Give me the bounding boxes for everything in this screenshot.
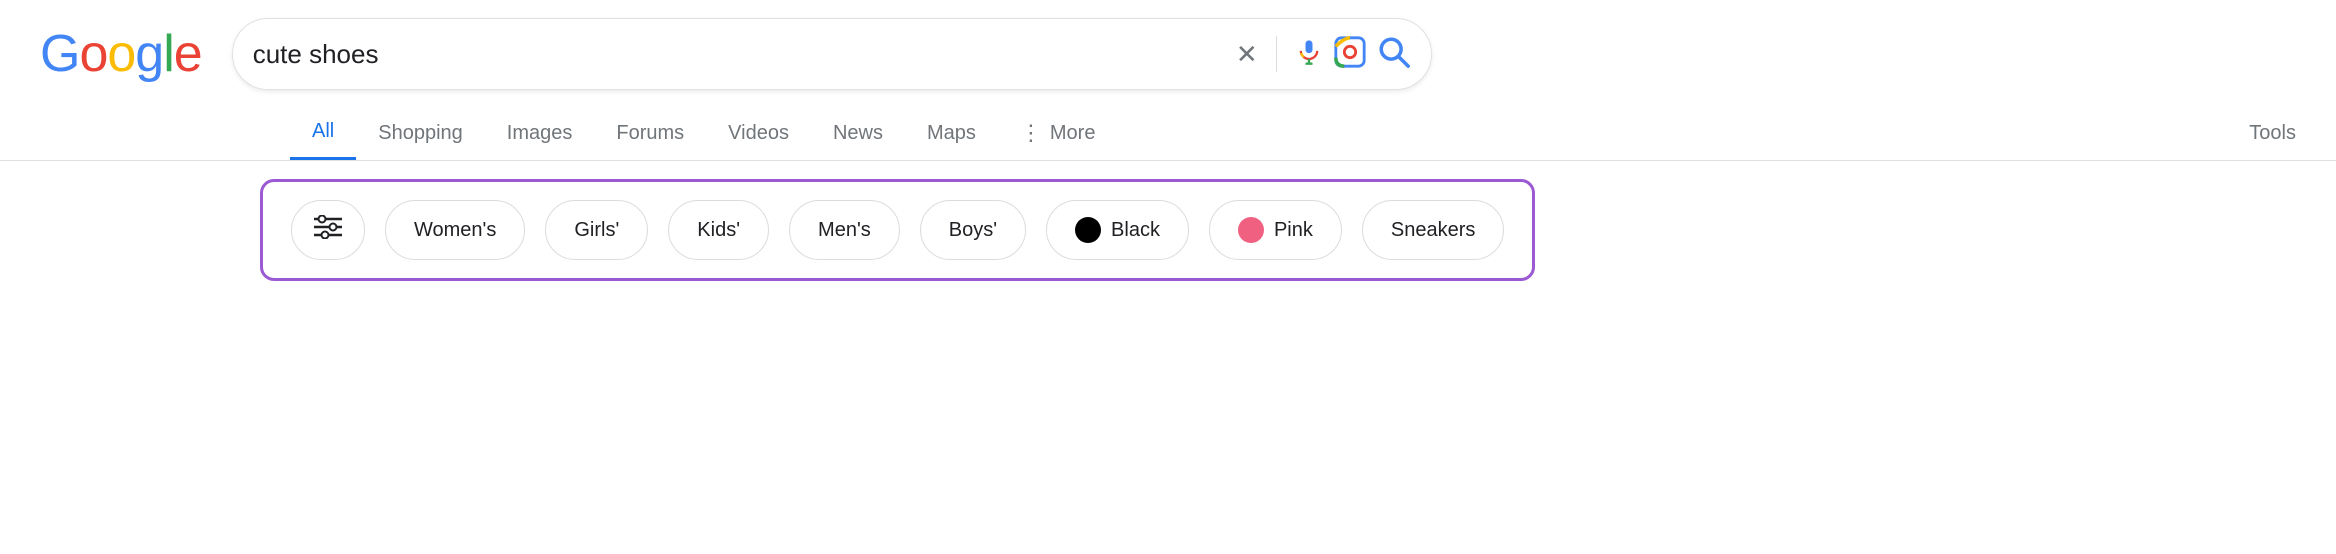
filter-chip-mens-label: Men's bbox=[818, 219, 871, 242]
tune-icon bbox=[314, 215, 342, 245]
logo-letter-g2: g bbox=[135, 25, 163, 83]
filter-chip-sneakers-label: Sneakers bbox=[1391, 219, 1476, 242]
logo-letter-g: G bbox=[40, 25, 79, 83]
search-bar: ✕ bbox=[232, 18, 1432, 90]
filter-chip-black[interactable]: Black bbox=[1046, 200, 1189, 260]
logo-letter-l: l bbox=[163, 25, 174, 83]
tab-forums-label: Forums bbox=[616, 122, 684, 145]
filter-chip-girls[interactable]: Girls' bbox=[545, 200, 648, 260]
filter-chip-kids[interactable]: Kids' bbox=[668, 200, 769, 260]
logo-letter-e: e bbox=[174, 25, 202, 83]
lens-icon[interactable] bbox=[1333, 35, 1367, 74]
filter-chip-boys[interactable]: Boys' bbox=[920, 200, 1026, 260]
tab-news[interactable]: News bbox=[811, 108, 905, 159]
logo-letter-o1: o bbox=[79, 25, 107, 83]
tab-shopping-label: Shopping bbox=[378, 122, 463, 145]
tab-more-label: More bbox=[1050, 122, 1096, 145]
tab-forums[interactable]: Forums bbox=[594, 108, 706, 159]
pink-color-dot bbox=[1238, 217, 1264, 243]
tab-videos-label: Videos bbox=[728, 122, 789, 145]
tab-more[interactable]: ⋮ More bbox=[998, 106, 1118, 160]
filter-chip-womens-label: Women's bbox=[414, 219, 496, 242]
filter-chip-pink[interactable]: Pink bbox=[1209, 200, 1342, 260]
search-icon[interactable] bbox=[1377, 35, 1411, 74]
filter-chip-girls-label: Girls' bbox=[574, 219, 619, 242]
filter-chip-boys-label: Boys' bbox=[949, 219, 997, 242]
search-input[interactable] bbox=[253, 39, 1226, 70]
filter-chip-sneakers[interactable]: Sneakers bbox=[1362, 200, 1505, 260]
tab-images-label: Images bbox=[507, 122, 573, 145]
more-dots-icon: ⋮ bbox=[1020, 120, 1044, 146]
tab-tools[interactable]: Tools bbox=[2227, 108, 2336, 159]
tab-images[interactable]: Images bbox=[485, 108, 595, 159]
tab-tools-label: Tools bbox=[2249, 122, 2296, 145]
tab-news-label: News bbox=[833, 122, 883, 145]
nav-tabs: All Shopping Images Forums Videos News M… bbox=[0, 106, 2336, 161]
filter-chip-kids-label: Kids' bbox=[697, 219, 740, 242]
clear-icon[interactable]: ✕ bbox=[1236, 41, 1258, 67]
filter-row-highlight: Women's Girls' Kids' Men's Boys' Black P… bbox=[260, 179, 1535, 281]
filter-tune-chip[interactable] bbox=[291, 200, 365, 260]
search-divider bbox=[1276, 36, 1277, 72]
header: Google ✕ bbox=[0, 0, 2336, 90]
logo-letter-o2: o bbox=[107, 25, 135, 83]
filter-chip-pink-label: Pink bbox=[1274, 219, 1313, 242]
microphone-icon[interactable] bbox=[1295, 33, 1323, 76]
filter-row-wrapper: Women's Girls' Kids' Men's Boys' Black P… bbox=[0, 179, 2336, 281]
tab-all[interactable]: All bbox=[290, 106, 356, 160]
filter-chip-womens[interactable]: Women's bbox=[385, 200, 525, 260]
filter-chip-black-label: Black bbox=[1111, 219, 1160, 242]
black-color-dot bbox=[1075, 217, 1101, 243]
google-logo[interactable]: Google bbox=[40, 24, 202, 84]
filter-chip-mens[interactable]: Men's bbox=[789, 200, 900, 260]
tab-shopping[interactable]: Shopping bbox=[356, 108, 485, 159]
tab-maps[interactable]: Maps bbox=[905, 108, 998, 159]
tab-videos[interactable]: Videos bbox=[706, 108, 811, 159]
tab-maps-label: Maps bbox=[927, 122, 976, 145]
tab-all-label: All bbox=[312, 120, 334, 143]
